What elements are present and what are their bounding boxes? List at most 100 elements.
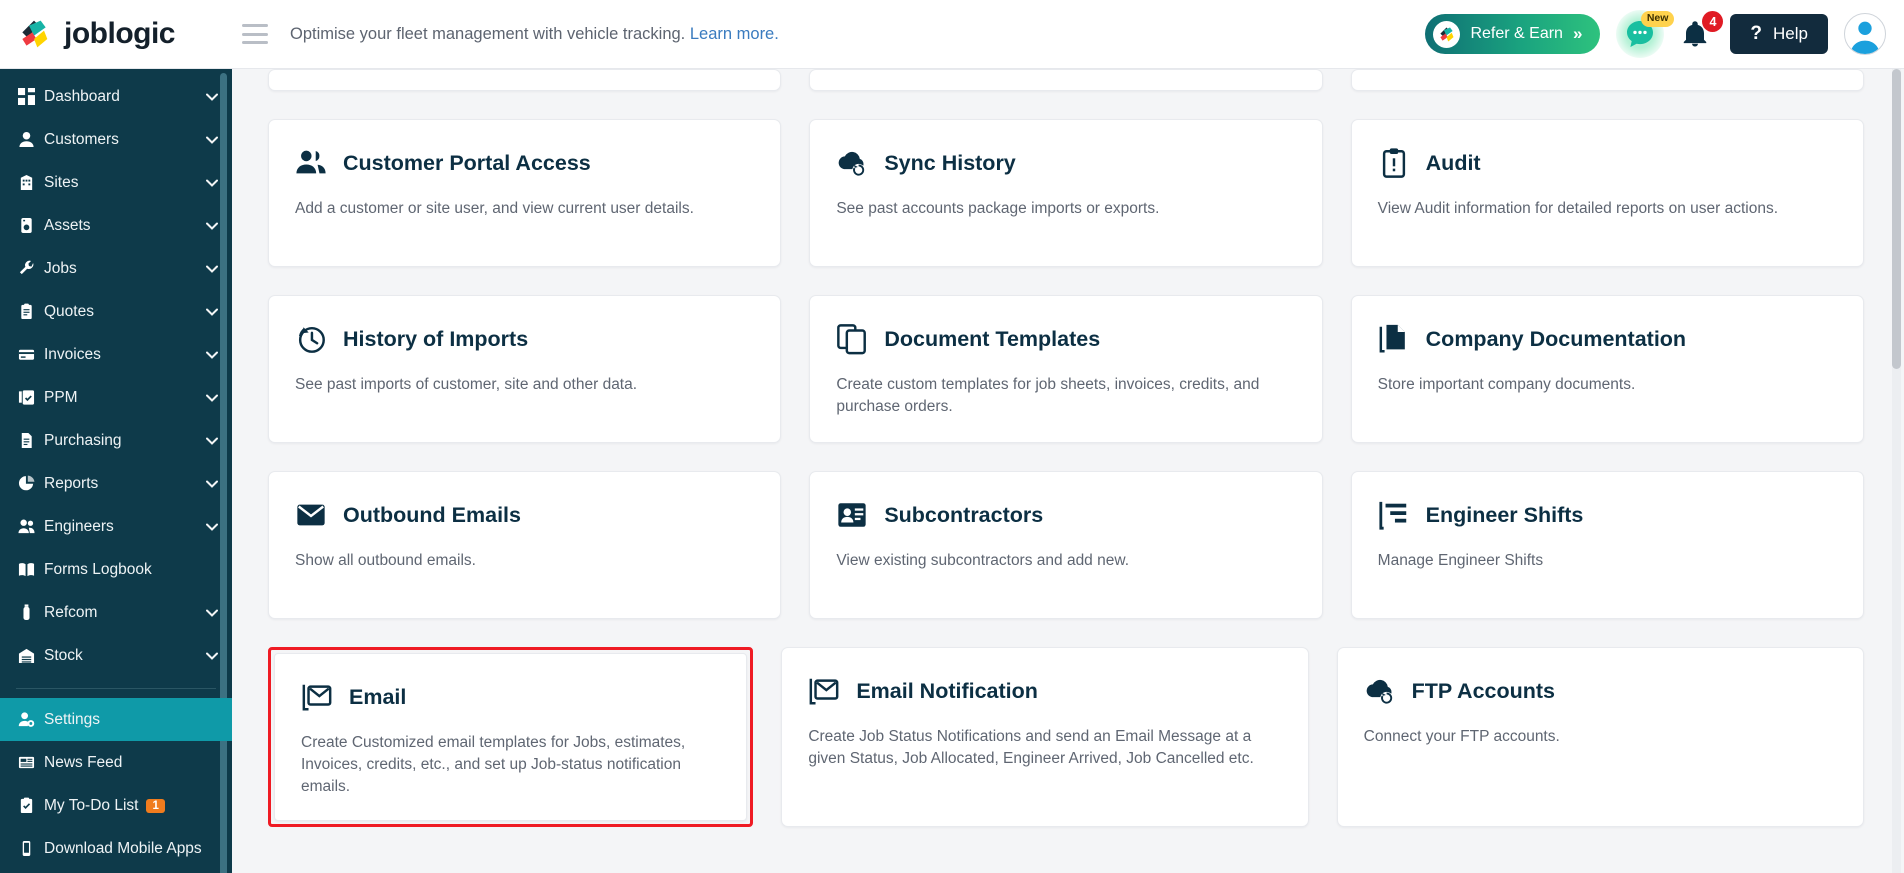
news-icon (18, 754, 44, 771)
card-title: Outbound Emails (343, 502, 521, 527)
settings-card-history-of-imports[interactable]: History of Imports See past imports of c… (268, 295, 782, 443)
chevron-down-icon (206, 391, 218, 405)
sidebar-item-label: PPM (44, 388, 78, 406)
main-scrollbar-thumb[interactable] (1892, 69, 1901, 369)
settings-card-audit[interactable]: Audit View Audit information for detaile… (1350, 119, 1864, 267)
chevron-down-icon (206, 219, 218, 233)
card-title: Audit (1425, 150, 1481, 175)
gantt-chart-icon (1378, 498, 1412, 532)
refer-and-earn-button[interactable]: Refer & Earn » (1425, 14, 1601, 54)
settings-card-subcontractors[interactable]: Subcontractors View existing subcontract… (809, 471, 1323, 619)
card-description: View Audit information for detailed repo… (1377, 200, 1779, 217)
learn-more-link[interactable]: Learn more. (690, 25, 779, 43)
brand-name: joblogic (64, 17, 176, 50)
sidebar-main-items: Dashboard Customers Sites Assets Jobs Qu… (0, 69, 232, 870)
top-bar: joblogic Optimise your fleet management … (0, 0, 1904, 69)
sidebar-item-quotes[interactable]: Quotes (0, 290, 232, 333)
settings-card-ftp-accounts[interactable]: FTP Accounts Connect your FTP accounts. (1336, 647, 1864, 827)
sidebar-item-sites[interactable]: Sites (0, 161, 232, 204)
card-icon (18, 346, 44, 363)
user-gear-icon (18, 711, 44, 728)
card-description: Connect your FTP accounts. (1363, 728, 1560, 745)
top-bar-actions: Refer & Earn » New 4 ? Help (1425, 10, 1904, 58)
chevron-down-icon (206, 133, 218, 147)
promo-banner: Optimise your fleet management with vehi… (290, 25, 779, 44)
card-title: Subcontractors (884, 502, 1044, 527)
card-title: Email Notification (856, 678, 1038, 703)
menu-toggle-icon[interactable] (242, 24, 268, 44)
notifications-button[interactable]: 4 (1680, 11, 1724, 54)
sidebar-item-engineers[interactable]: Engineers (0, 505, 232, 548)
sidebar-item-dashboard[interactable]: Dashboard (0, 75, 232, 118)
settings-card-engineer-shifts[interactable]: Engineer Shifts Manage Engineer Shifts (1350, 471, 1864, 619)
sidebar-item-news-feed[interactable]: News Feed (0, 741, 232, 784)
sidebar-item-invoices[interactable]: Invoices (0, 333, 232, 376)
sidebar-item-assets[interactable]: Assets (0, 204, 232, 247)
clock-rotate-icon (295, 322, 329, 356)
sidebar-item-label: Assets (44, 216, 91, 234)
card-header: Company Documentation (1378, 322, 1837, 356)
chevron-down-icon (206, 520, 218, 534)
card-title: Email (349, 684, 407, 709)
users-icon (18, 518, 44, 535)
card-header: Sync History (836, 146, 1295, 180)
card-row: Email Create Customized email templates … (268, 647, 1864, 827)
card-row: Customer Portal Access Add a customer or… (268, 119, 1864, 267)
asset-icon (18, 217, 44, 234)
sidebar-item-stock[interactable]: Stock (0, 634, 232, 677)
sidebar-item-settings[interactable]: Settings (0, 698, 232, 741)
settings-card-document-templates[interactable]: Document Templates Create custom templat… (809, 295, 1323, 443)
settings-card-outbound-emails[interactable]: Outbound Emails Show all outbound emails… (268, 471, 782, 619)
settings-card[interactable] (268, 69, 782, 91)
card-description: Create custom templates for job sheets, … (836, 376, 1260, 415)
settings-card-sync-history[interactable]: Sync History See past accounts package i… (809, 119, 1323, 267)
chevron-down-icon (206, 606, 218, 620)
card-header: Document Templates (836, 322, 1295, 356)
settings-card-customer-portal-access[interactable]: Customer Portal Access Add a customer or… (268, 119, 782, 267)
sidebar-item-my-todo-list[interactable]: My To-Do List 1 (0, 784, 232, 827)
chat-button[interactable]: New (1616, 10, 1675, 58)
sidebar-item-label: Reports (44, 474, 99, 492)
wrench-icon (18, 260, 44, 277)
sidebar-item-jobs[interactable]: Jobs (0, 247, 232, 290)
card-description: Create Customized email templates for Jo… (301, 734, 686, 795)
book-icon (18, 561, 44, 578)
card-row-clipped (268, 69, 1864, 91)
card-header: Customer Portal Access (295, 146, 754, 180)
clipboard-icon (18, 303, 44, 320)
card-title: FTP Accounts (1411, 678, 1556, 703)
sidebar-item-customers[interactable]: Customers (0, 118, 232, 161)
help-button[interactable]: ? Help (1730, 14, 1828, 54)
card-description: Store important company documents. (1377, 376, 1636, 393)
card-header: History of Imports (295, 322, 754, 356)
settings-card-email[interactable]: Email Create Customized email templates … (274, 653, 748, 821)
sidebar-item-ppm[interactable]: PPM (0, 376, 232, 419)
sidebar-item-forms-logbook[interactable]: Forms Logbook (0, 548, 232, 591)
chevron-down-icon (206, 305, 218, 319)
sidebar-item-refcom[interactable]: Refcom (0, 591, 232, 634)
card-title: Document Templates (884, 326, 1101, 351)
card-header: Outbound Emails (295, 498, 754, 532)
settings-card[interactable] (1350, 69, 1864, 91)
chevron-down-icon (206, 262, 218, 276)
sidebar-item-label: My To-Do List (44, 796, 139, 814)
sidebar-item-label: Engineers (44, 517, 114, 535)
card-title: Company Documentation (1425, 326, 1687, 351)
cloud-sync-icon (1364, 674, 1398, 708)
question-mark-icon: ? (1750, 23, 1763, 44)
sidebar-item-purchasing[interactable]: Purchasing (0, 419, 232, 462)
brand-logo[interactable]: joblogic (0, 14, 232, 54)
settings-card[interactable] (809, 69, 1323, 91)
chevron-down-icon (206, 90, 218, 104)
settings-card-company-documentation[interactable]: Company Documentation Store important co… (1350, 295, 1864, 443)
settings-card-email-notification[interactable]: Email Notification Create Job Status Not… (781, 647, 1309, 827)
card-title: Sync History (884, 150, 1016, 175)
double-chevron-right-icon: » (1572, 24, 1583, 43)
sidebar-item-download-mobile-apps[interactable]: Download Mobile Apps (0, 827, 232, 870)
chat-new-badge: New (1640, 11, 1675, 27)
user-avatar[interactable] (1844, 13, 1886, 55)
card-row: Outbound Emails Show all outbound emails… (268, 471, 1864, 619)
chevron-down-icon (206, 348, 218, 362)
sidebar-item-label: Quotes (44, 302, 94, 320)
sidebar-item-reports[interactable]: Reports (0, 462, 232, 505)
